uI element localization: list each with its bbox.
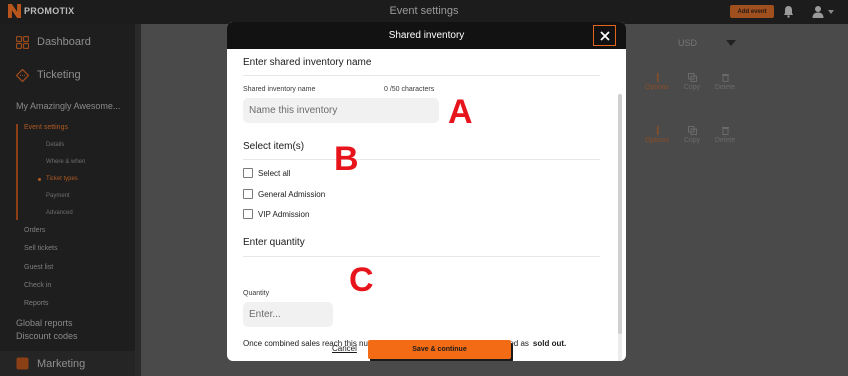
annotation-a: A <box>448 93 473 131</box>
delete-button[interactable]: Delete <box>710 126 740 144</box>
close-button[interactable] <box>593 25 616 46</box>
checkbox-label: VIP Admission <box>258 209 310 219</box>
sidebar-item-ticket-types[interactable]: Ticket types <box>46 176 78 182</box>
sidebar-item-dashboard[interactable]: Dashboard <box>0 27 135 57</box>
user-avatar-icon[interactable] <box>812 5 824 18</box>
sidebar-item-details[interactable]: Details <box>46 142 64 148</box>
modal-header: Shared inventory <box>227 22 626 49</box>
sidebar-item-label: Marketing <box>37 357 86 370</box>
copy-button[interactable]: Copy <box>677 73 707 91</box>
user-menu-chevron-icon[interactable] <box>828 10 834 14</box>
sidebar-item-payment[interactable]: Payment <box>46 193 70 199</box>
delete-label: Delete <box>714 137 736 144</box>
sidebar-item-check-in[interactable]: Check in <box>24 282 51 289</box>
bell-icon[interactable] <box>783 5 794 18</box>
ticket-icon <box>16 68 29 82</box>
options-label: Options <box>644 137 670 144</box>
sidebar-item-global-reports[interactable]: Global reports <box>16 318 73 328</box>
vip-admission-checkbox[interactable] <box>243 209 253 219</box>
select-all-checkbox[interactable] <box>243 168 253 178</box>
sidebar-item-sell-tickets[interactable]: Sell tickets <box>24 245 57 252</box>
active-dot-icon <box>38 178 41 181</box>
currency-select[interactable]: USD <box>672 32 744 54</box>
name-field-label: Shared inventory name <box>243 86 316 93</box>
inventory-name-input[interactable] <box>243 98 439 123</box>
sidebar-item-label: Dashboard <box>37 36 91 48</box>
annotation-c: C <box>349 261 374 299</box>
copy-button[interactable]: Copy <box>677 126 707 144</box>
options-button[interactable]: Options <box>642 126 672 144</box>
sidebar-item-where-when[interactable]: Where & when <box>46 159 85 165</box>
modal-title: Shared inventory <box>388 30 465 41</box>
vip-admission-checkbox-row[interactable]: VIP Admission <box>243 209 309 219</box>
dashboard-icon <box>16 35 29 49</box>
sidebar-active-indicator <box>16 124 18 220</box>
page-title: Event settings <box>389 5 459 17</box>
sidebar-item-marketing[interactable]: Marketing <box>0 351 135 376</box>
options-button[interactable]: Options <box>642 73 672 91</box>
top-bar: PROMOTIX Event settings Add event <box>0 0 848 24</box>
trash-icon <box>721 127 729 135</box>
char-count: 0 /50 characters <box>384 86 435 93</box>
note-bold: sold out. <box>532 339 567 348</box>
ticket-row-actions: Options Copy Delete <box>640 126 744 152</box>
shared-inventory-modal: Shared inventory Enter shared inventory … <box>227 22 626 361</box>
modal-scrollbar-thumb[interactable] <box>618 94 622 334</box>
quantity-section-title: Enter quantity <box>243 237 305 248</box>
options-label: Options <box>644 84 670 91</box>
quantity-label: Quantity <box>243 290 270 297</box>
options-icon <box>656 126 658 135</box>
general-admission-checkbox-row[interactable]: General Admission <box>243 189 325 199</box>
sidebar-scrollbar[interactable] <box>135 24 141 376</box>
copy-label: Copy <box>683 84 701 91</box>
save-continue-button[interactable]: Save & continue <box>368 340 511 359</box>
name-section-title: Enter shared inventory name <box>243 57 372 68</box>
chevron-down-icon <box>726 40 736 46</box>
sidebar: Dashboard Ticketing My Amazingly Awesome… <box>0 24 135 376</box>
divider <box>243 159 600 160</box>
checkbox-label: Select all <box>258 168 291 178</box>
items-section-title: Select item(s) <box>243 141 305 152</box>
sidebar-item-guest-list[interactable]: Guest list <box>24 264 53 271</box>
divider <box>243 75 600 76</box>
divider <box>243 256 600 257</box>
sidebar-item-event-settings[interactable]: Event settings <box>24 124 68 131</box>
add-event-button[interactable]: Add event <box>730 5 774 18</box>
annotation-b: B <box>334 140 359 178</box>
sidebar-event-name[interactable]: My Amazingly Awesome... <box>16 101 131 111</box>
sidebar-item-advanced[interactable]: Advanced <box>46 210 73 216</box>
copy-icon <box>687 73 697 82</box>
select-all-checkbox-row[interactable]: Select all <box>243 168 290 178</box>
modal-body: Enter shared inventory name Shared inven… <box>227 49 626 361</box>
copy-label: Copy <box>683 137 701 144</box>
quantity-input[interactable] <box>243 302 333 327</box>
sidebar-item-discount-codes[interactable]: Discount codes <box>16 331 78 341</box>
currency-value: USD <box>678 38 698 48</box>
cancel-button[interactable]: Cancel <box>332 344 357 353</box>
general-admission-checkbox[interactable] <box>243 189 253 199</box>
trash-icon <box>721 74 729 82</box>
marketing-icon <box>16 357 29 370</box>
checkbox-label: General Admission <box>258 189 326 199</box>
sidebar-item-reports[interactable]: Reports <box>24 300 49 307</box>
sidebar-item-ticketing[interactable]: Ticketing <box>0 60 135 90</box>
copy-icon <box>687 126 697 135</box>
delete-label: Delete <box>714 84 736 91</box>
options-icon <box>656 73 658 82</box>
close-icon <box>599 30 610 41</box>
ticket-row-actions: Options Copy Delete <box>640 73 744 99</box>
sidebar-item-label: Ticketing <box>37 69 81 81</box>
sidebar-item-orders[interactable]: Orders <box>24 227 45 234</box>
delete-button[interactable]: Delete <box>710 73 740 91</box>
